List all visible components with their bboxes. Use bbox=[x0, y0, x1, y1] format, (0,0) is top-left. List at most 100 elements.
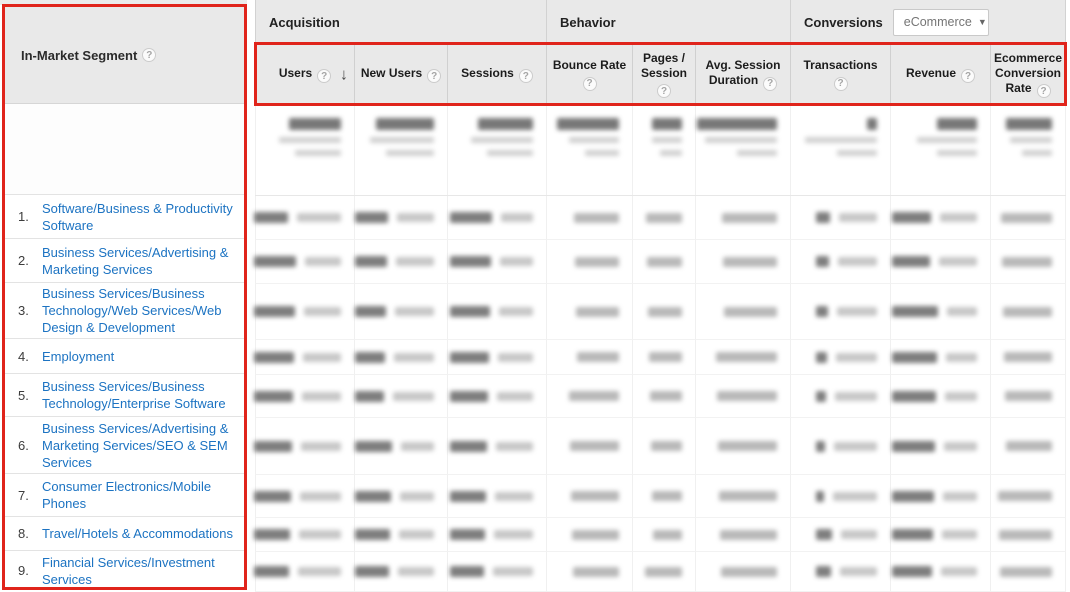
help-icon[interactable]: ? bbox=[833, 76, 848, 91]
column-header-transactions[interactable]: Transactions? bbox=[790, 44, 890, 105]
column-header-line: Revenue? bbox=[906, 66, 976, 84]
segment-link[interactable]: Consumer Electronics/Mobile Phones bbox=[42, 478, 234, 512]
column-header-bounce-rate[interactable]: Bounce Rate? bbox=[546, 44, 632, 105]
help-icon[interactable]: ? bbox=[763, 76, 778, 91]
segment-link[interactable]: Business Services/Advertising & Marketin… bbox=[42, 420, 234, 471]
redacted-value bbox=[450, 390, 488, 402]
data-rows bbox=[254, 196, 1066, 592]
redacted-value bbox=[721, 566, 777, 577]
help-icon[interactable]: ? bbox=[961, 69, 976, 84]
cell-new-users bbox=[354, 418, 447, 475]
column-header-users[interactable]: Users? ↓ bbox=[255, 44, 354, 105]
redacted-percent bbox=[943, 491, 977, 501]
cell-bounce-rate bbox=[546, 240, 632, 284]
help-icon[interactable]: ? bbox=[317, 69, 332, 84]
cell-pages-session bbox=[632, 552, 695, 592]
segment-row: 1. Software/Business & Productivity Softw… bbox=[5, 195, 244, 239]
cell-transactions bbox=[790, 375, 890, 418]
help-icon[interactable]: ? bbox=[142, 48, 157, 62]
cell-pages-session bbox=[632, 196, 695, 240]
redacted-percent bbox=[834, 441, 877, 451]
cell-ecommerce-conversion-rate bbox=[990, 340, 1066, 375]
redacted-total-value bbox=[697, 118, 777, 130]
redacted-percent bbox=[401, 441, 434, 451]
cell-sessions bbox=[447, 284, 546, 340]
table-row bbox=[254, 196, 1066, 240]
segment-row: 3. Business Services/Business Technology/… bbox=[5, 283, 244, 339]
metrics-table: Acquisition Behavior Conversions eCommer… bbox=[254, 0, 1067, 592]
column-header-line: ? bbox=[657, 81, 671, 99]
cell-avg-session-duration bbox=[695, 240, 790, 284]
redacted-value bbox=[716, 352, 777, 362]
redacted-value bbox=[355, 566, 389, 577]
redacted-value bbox=[645, 566, 682, 577]
redacted-value bbox=[892, 351, 937, 363]
segment-link[interactable]: Business Services/Business Technology/En… bbox=[42, 378, 234, 412]
cell-revenue bbox=[890, 340, 990, 375]
cell-bounce-rate bbox=[546, 475, 632, 518]
redacted-value bbox=[816, 306, 828, 317]
dimension-totals-spacer bbox=[5, 104, 244, 195]
column-header-sessions[interactable]: Sessions? bbox=[447, 44, 546, 105]
cell-ecommerce-conversion-rate bbox=[990, 375, 1066, 418]
cell-transactions bbox=[790, 418, 890, 475]
redacted-value bbox=[816, 390, 826, 402]
redacted-total-subtext bbox=[805, 137, 877, 143]
redacted-value bbox=[816, 490, 824, 502]
redacted-total-value bbox=[557, 118, 619, 130]
redacted-value bbox=[1000, 566, 1052, 577]
help-icon[interactable]: ? bbox=[1036, 84, 1051, 99]
redacted-value bbox=[723, 256, 777, 267]
cell-new-users bbox=[354, 375, 447, 418]
segment-link[interactable]: Travel/Hotels & Accommodations bbox=[42, 525, 233, 542]
redacted-percent bbox=[945, 391, 977, 401]
cell-sessions bbox=[447, 475, 546, 518]
cell-sessions bbox=[447, 196, 546, 240]
segment-rank: 9. bbox=[18, 563, 29, 578]
help-icon[interactable]: ? bbox=[427, 69, 442, 84]
table-row bbox=[254, 418, 1066, 475]
redacted-value bbox=[355, 390, 384, 402]
segment-link[interactable]: Employment bbox=[42, 348, 114, 365]
column-header-avg-session-duration[interactable]: Avg. Session Duration? bbox=[695, 44, 790, 105]
cell-pages-session bbox=[632, 418, 695, 475]
cell-ecommerce-conversion-rate bbox=[990, 418, 1066, 475]
help-icon[interactable]: ? bbox=[582, 76, 597, 91]
cell-ecommerce-conversion-rate bbox=[990, 196, 1066, 240]
redacted-value bbox=[892, 212, 931, 223]
dropdown-selected-value: eCommerce bbox=[903, 15, 972, 29]
conversions-goal-dropdown[interactable]: eCommerce ▼ bbox=[892, 8, 989, 36]
segment-link[interactable]: Financial Services/Investment Services bbox=[42, 554, 234, 588]
totals-cell-pages-session bbox=[632, 105, 695, 195]
cell-revenue bbox=[890, 196, 990, 240]
cell-new-users bbox=[354, 518, 447, 552]
segment-row: 2. Business Services/Advertising & Market… bbox=[5, 239, 244, 283]
segment-row: 8. Travel/Hotels & Accommodations bbox=[5, 517, 244, 551]
column-header-line: Rate? bbox=[1005, 81, 1051, 99]
cell-avg-session-duration bbox=[695, 518, 790, 552]
help-icon[interactable]: ? bbox=[657, 84, 671, 99]
cell-revenue bbox=[890, 518, 990, 552]
redacted-percent bbox=[940, 213, 977, 222]
table-row bbox=[254, 284, 1066, 340]
segment-link[interactable]: Business Services/Advertising & Marketin… bbox=[42, 244, 234, 278]
cell-avg-session-duration bbox=[695, 418, 790, 475]
column-header-pages-session[interactable]: Pages / Session? bbox=[632, 44, 695, 105]
column-header-new-users[interactable]: New Users? bbox=[354, 44, 447, 105]
redacted-value bbox=[355, 212, 388, 223]
redacted-value bbox=[999, 529, 1052, 540]
cell-avg-session-duration bbox=[695, 284, 790, 340]
cell-revenue bbox=[890, 240, 990, 284]
column-header-revenue[interactable]: Revenue? bbox=[890, 44, 990, 105]
help-icon[interactable]: ? bbox=[518, 69, 533, 84]
cell-bounce-rate bbox=[546, 552, 632, 592]
segment-link[interactable]: Software/Business & Productivity Softwar… bbox=[42, 200, 234, 234]
column-header-ecommerce-conversion-rate[interactable]: Ecommerce Conversion Rate? bbox=[990, 44, 1066, 105]
segment-rank: 3. bbox=[18, 303, 29, 318]
metric-group-header-row: Acquisition Behavior Conversions eCommer… bbox=[255, 0, 1066, 44]
sort-desc-icon[interactable]: ↓ bbox=[340, 67, 348, 83]
cell-users bbox=[254, 418, 354, 475]
column-header-line: Ecommerce bbox=[993, 50, 1063, 65]
segment-link[interactable]: Business Services/Business Technology/We… bbox=[42, 285, 234, 336]
redacted-value bbox=[450, 306, 490, 317]
